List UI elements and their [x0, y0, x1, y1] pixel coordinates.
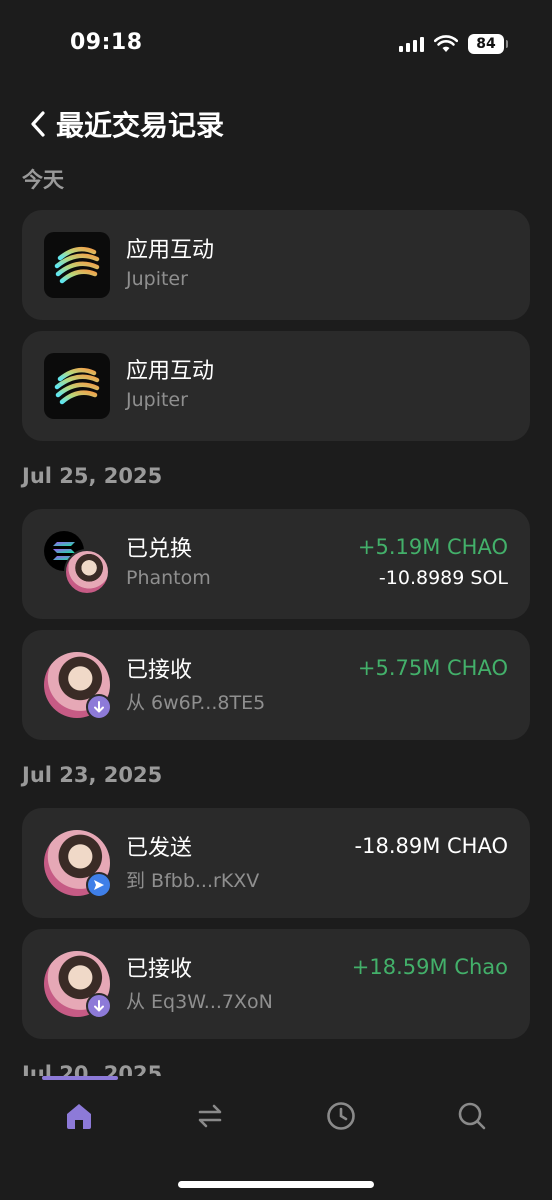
token-avatar: [64, 549, 110, 595]
transaction-row[interactable]: 已发送 到 Bfbb...rKXV -18.89M CHAO: [22, 808, 530, 918]
search-icon: [458, 1102, 486, 1130]
home-indicator: [178, 1181, 374, 1188]
arrow-down-icon: [86, 694, 112, 720]
transaction-row[interactable]: 已兑换 Phantom +5.19M CHAO -10.8989 SOL: [22, 509, 530, 619]
battery-icon: 84: [468, 34, 508, 54]
transaction-title: 已兑换: [126, 537, 193, 562]
transaction-subtitle: 从 Eq3W...7XoN: [126, 991, 273, 1013]
status-bar: 09:18 84: [0, 0, 552, 90]
transaction-row[interactable]: 应用互动 Jupiter: [22, 331, 530, 441]
status-icons: 84: [399, 33, 508, 55]
tab-search[interactable]: [442, 1094, 502, 1138]
tab-history[interactable]: [311, 1094, 371, 1138]
transaction-title: 已接收: [126, 658, 193, 683]
transaction-amount: +5.75M CHAO: [357, 656, 508, 680]
transaction-subtitle: 到 Bfbb...rKXV: [126, 870, 260, 892]
transaction-amount: +18.59M Chao: [351, 955, 508, 979]
arrow-down-icon: [86, 993, 112, 1019]
tab-swap[interactable]: [180, 1094, 240, 1138]
transaction-title: 已接收: [126, 957, 193, 982]
home-icon: [67, 1104, 91, 1129]
transaction-subtitle: Jupiter: [126, 389, 188, 411]
transaction-row[interactable]: 已接收 从 Eq3W...7XoN +18.59M Chao: [22, 929, 530, 1039]
transaction-subtitle: 从 6w6P...8TE5: [126, 692, 266, 714]
section-title-date: Jul 23, 2025: [22, 763, 163, 787]
swap-icon: [198, 1104, 222, 1128]
page-title: 最近交易记录: [56, 109, 225, 142]
header: 最近交易记录: [0, 100, 552, 148]
transaction-title: 应用互动: [126, 238, 215, 263]
transaction-title: 已发送: [126, 836, 193, 861]
wifi-icon: [434, 35, 458, 52]
active-tab-indicator: [42, 1076, 118, 1080]
jupiter-logo-icon: [44, 353, 110, 419]
section-title-date: Jul 20, 2025: [22, 1062, 163, 1076]
chevron-left-icon: [31, 111, 45, 137]
cellular-signal-icon: [399, 36, 424, 52]
transaction-amount: -18.89M CHAO: [354, 834, 508, 858]
battery-level: 84: [476, 36, 496, 52]
transaction-subtitle: Jupiter: [126, 268, 188, 290]
transaction-row[interactable]: 已接收 从 6w6P...8TE5 +5.75M CHAO: [22, 630, 530, 740]
screen: 09:18 84 最近交易记录 今天 应用互动 Jupiter 应用互动 Jup…: [0, 0, 552, 1200]
transaction-amount-secondary: -10.8989 SOL: [378, 567, 508, 589]
transaction-title: 应用互动: [126, 359, 215, 384]
tab-home[interactable]: [49, 1094, 109, 1138]
clock-icon: [327, 1102, 355, 1130]
jupiter-logo-icon: [44, 232, 110, 298]
section-title-today: 今天: [22, 168, 64, 192]
transaction-subtitle: Phantom: [126, 567, 211, 589]
section-title-date: Jul 25, 2025: [22, 464, 163, 488]
transaction-list[interactable]: 今天 应用互动 Jupiter 应用互动 Jupiter Jul 25, 202…: [0, 150, 552, 1076]
send-arrow-icon: [86, 872, 112, 898]
transaction-amount: +5.19M CHAO: [357, 535, 508, 559]
transaction-row[interactable]: 应用互动 Jupiter: [22, 210, 530, 320]
back-button[interactable]: [16, 102, 60, 146]
status-time: 09:18: [70, 30, 143, 55]
